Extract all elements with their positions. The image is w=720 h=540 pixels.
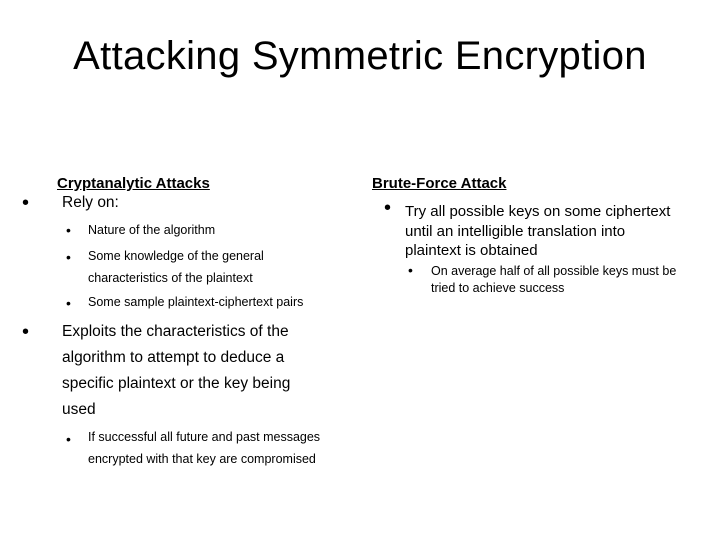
left-subitem-2-1: If successful all future and past messag… [88, 430, 321, 466]
bullet-icon: • [66, 222, 71, 238]
bullet-icon: • [66, 295, 71, 311]
bullet-icon: • [66, 249, 71, 265]
bullet-icon: • [408, 262, 413, 278]
left-item-1: Rely on: [62, 194, 119, 211]
left-item-2: Exploits the characteristics of the algo… [62, 323, 291, 418]
left-subitem-1-3: Some sample plaintext-ciphertext pairs [88, 295, 304, 309]
left-subitem-1-1: Nature of the algorithm [88, 223, 216, 237]
right-item-1: Try all possible keys on some ciphertext… [405, 203, 671, 259]
bullet-icon: • [22, 192, 30, 214]
bullet-icon: • [22, 321, 30, 343]
right-heading: Brute-Force Attack [372, 175, 507, 192]
bullet-icon: • [384, 197, 392, 219]
bullet-icon: • [66, 431, 71, 447]
left-subitem-1-2: Some knowledge of the general characteri… [88, 249, 264, 285]
slide-title: Attacking Symmetric Encryption [73, 34, 647, 78]
right-subitem-1-1: On average half of all possible keys mus… [431, 264, 677, 295]
